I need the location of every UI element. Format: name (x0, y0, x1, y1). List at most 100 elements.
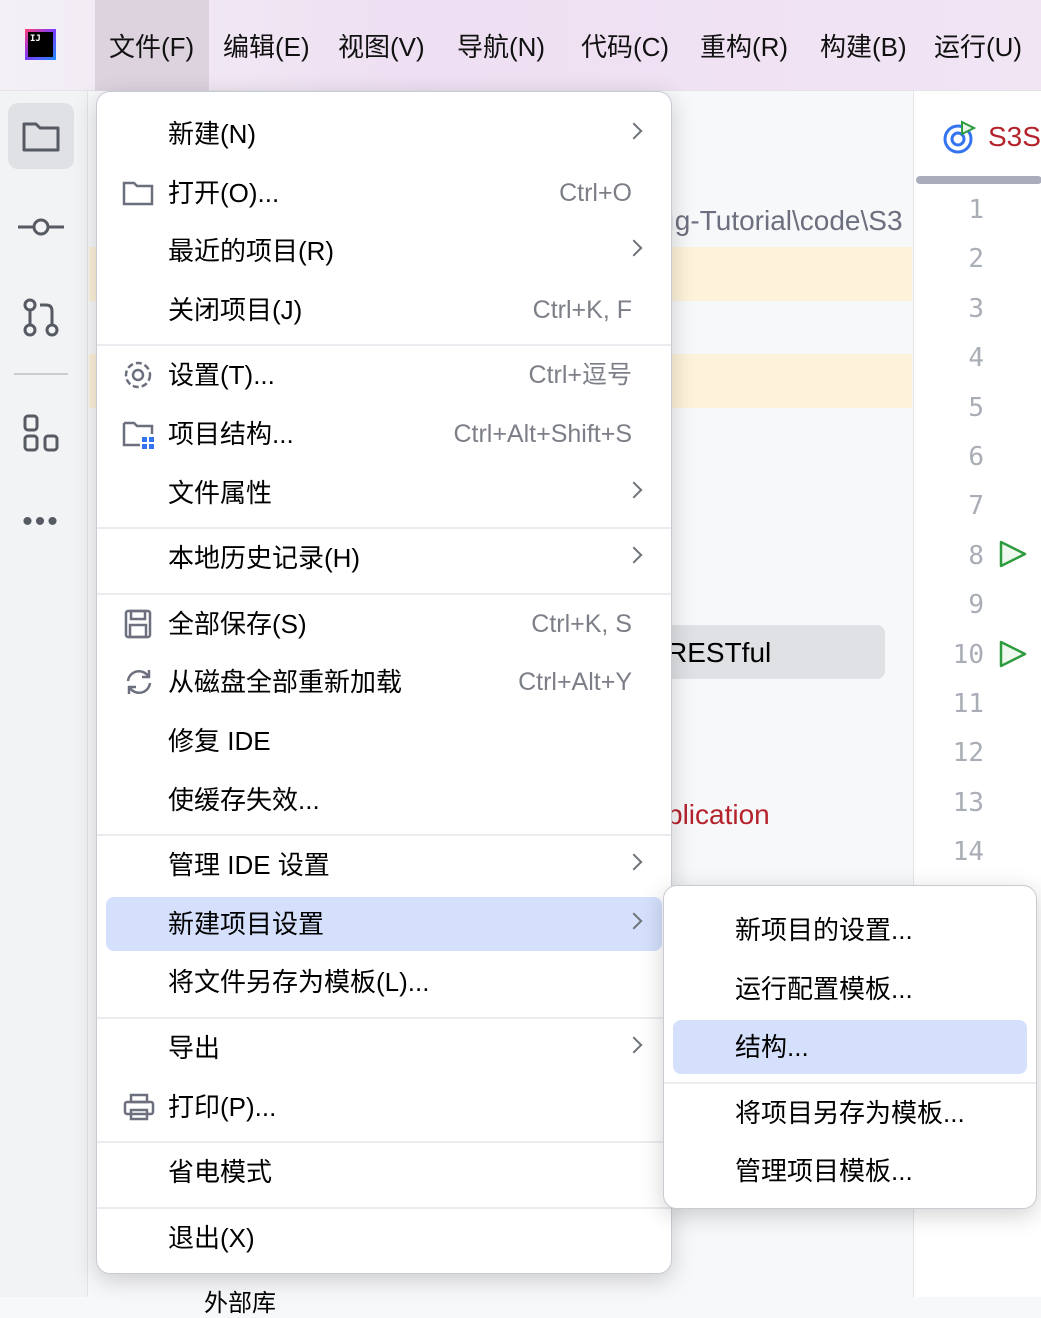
menu-item[interactable]: 文件属性 (106, 466, 662, 520)
menu-item[interactable]: 关闭项目(J) Ctrl+K, F (106, 283, 662, 337)
line-number: 2 (968, 244, 984, 275)
menu-3[interactable]: 导航(N) (443, 0, 559, 91)
menu-item-label: 管理 IDE 设置 (168, 850, 330, 881)
menu-item-label: 将项目另存为模板... (735, 1097, 965, 1128)
menu-separator (97, 834, 671, 837)
menu-separator (664, 1081, 1036, 1084)
main-menu-bar: IJ 文件(F) 编辑(E) 视图(V) 导航(N) 代码(C) 重构(R) 构建(B) 运行… (0, 0, 1041, 91)
more-tools-button[interactable]: ••• (8, 489, 74, 555)
save-icon (122, 609, 154, 639)
menu-item-shortcut: Ctrl+O (559, 178, 632, 207)
menu-item[interactable]: 退出(X) (106, 1211, 662, 1265)
menu-item[interactable]: 将文件另存为模板(L)... (106, 955, 662, 1009)
spring-boot-class-icon (943, 120, 977, 154)
menu-7[interactable]: 运行(U) (920, 0, 1036, 91)
chevron-right-icon (625, 912, 643, 930)
menu-item-label: 最近的项目(R) (168, 236, 335, 267)
tree-item-application[interactable]: plication (667, 799, 770, 831)
menu-item[interactable]: 打印(P)... (106, 1080, 662, 1134)
print-icon (122, 1092, 155, 1122)
tree-item-external-libs[interactable]: 外部库 (204, 1283, 276, 1318)
menu-item-shortcut: Ctrl+Alt+Y (518, 668, 632, 697)
menu-item-label: 管理项目模板... (735, 1156, 913, 1186)
project-structure-icon (122, 419, 154, 449)
menu-separator (97, 1206, 671, 1209)
menu-item[interactable]: 最近的项目(R) (106, 224, 662, 278)
menu-item-label: 全部保存(S) (168, 608, 307, 639)
menu-item-shortcut: Ctrl+Alt+Shift+S (453, 420, 632, 448)
menu-item-label: 打开(O)... (168, 177, 280, 208)
line-number: 7 (968, 491, 984, 522)
menu-4[interactable]: 代码(C) (567, 0, 683, 91)
project-path: ıg-Tutorial\code\S3 (667, 205, 903, 236)
chevron-right-icon (625, 239, 643, 257)
project-tool-button[interactable] (8, 103, 74, 169)
menu-item-label: 退出(X) (168, 1222, 255, 1253)
menu-item[interactable]: 新项目的设置... (673, 903, 1027, 957)
run-icon[interactable] (998, 539, 1028, 569)
intellij-logo-icon[interactable]: IJ (25, 29, 56, 60)
menu-item-shortcut: Ctrl+逗号 (528, 361, 632, 390)
menu-5[interactable]: 重构(R) (686, 0, 802, 91)
menu-item[interactable]: 设置(T)... Ctrl+逗号 (106, 348, 662, 402)
menu-item-label: 新项目的设置... (735, 915, 913, 945)
menu-item[interactable]: 从磁盘全部重新加载 Ctrl+Alt+Y (106, 655, 662, 709)
menu-separator (97, 1017, 671, 1019)
line-number: 9 (968, 590, 984, 621)
menu-2[interactable]: 视图(V) (324, 0, 439, 91)
menu-item-shortcut: Ctrl+K, F (532, 295, 632, 324)
menu-item[interactable]: 修复 IDE (106, 714, 662, 768)
chevron-right-icon (625, 122, 643, 140)
menu-separator (97, 527, 671, 530)
menu-item-label: 文件属性 (168, 477, 273, 508)
line-number: 5 (968, 392, 984, 423)
menu-item-label: 关闭项目(J) (168, 294, 303, 325)
run-icon[interactable] (998, 639, 1028, 669)
new-project-settings-submenu: 新项目的设置... 运行配置模板... 结构... 将项目另存为模板... 管理项目模板… (663, 885, 1037, 1209)
menu-item[interactable]: 本地历史记录(H) (106, 531, 662, 585)
menu-separator (97, 344, 671, 347)
menu-separator (97, 1141, 671, 1144)
line-number: 13 (952, 787, 984, 818)
menu-0[interactable]: 文件(F) (95, 0, 208, 91)
line-number: 6 (968, 442, 984, 472)
menu-item[interactable]: 打开(O)... Ctrl+O (106, 166, 662, 220)
tree-item-restful[interactable]: RESTful (667, 637, 771, 669)
menu-item-label: 修复 IDE (168, 726, 271, 756)
line-number: 11 (952, 689, 984, 719)
menu-item-label: 运行配置模板... (735, 973, 913, 1004)
pull-requests-tool-button[interactable] (8, 284, 74, 350)
menu-1[interactable]: 编辑(E) (209, 0, 324, 91)
menu-item[interactable]: 管理项目模板... (673, 1144, 1027, 1198)
menu-item-label: 使缓存失效... (168, 784, 320, 815)
menu-item-label: 省电模式 (168, 1157, 273, 1188)
structure-tool-button[interactable] (8, 400, 74, 466)
menu-item[interactable]: 全部保存(S) Ctrl+K, S (106, 597, 662, 651)
menu-item[interactable]: 导出 (106, 1021, 662, 1075)
gear-icon (122, 360, 154, 390)
line-number: 10 (952, 639, 984, 670)
line-number: 4 (968, 343, 984, 374)
editor-tab[interactable]: S3Si (914, 91, 1041, 184)
menu-item-label: 从磁盘全部重新加载 (168, 667, 403, 698)
menu-item-label: 本地历史记录(H) (168, 543, 361, 574)
menu-item[interactable]: 管理 IDE 设置 (106, 838, 662, 892)
menu-item[interactable]: 新建(N) (106, 107, 662, 161)
menu-item[interactable]: 新建项目设置 (106, 896, 662, 951)
menu-item[interactable]: 将项目另存为模板... (673, 1086, 1027, 1140)
tool-window-sidebar: ••• (0, 91, 88, 1297)
menu-item[interactable]: 省电模式 (106, 1145, 662, 1199)
menu-item-label: 设置(T)... (168, 360, 275, 391)
menu-item-shortcut: Ctrl+K, S (531, 609, 632, 638)
menu-item-label: 新建项目设置 (168, 908, 325, 939)
menu-item-label: 项目结构... (168, 419, 294, 449)
menu-item[interactable]: 项目结构... Ctrl+Alt+Shift+S (106, 407, 662, 461)
menu-item[interactable]: 结构... (673, 1020, 1027, 1074)
menu-6[interactable]: 构建(B) (806, 0, 921, 91)
line-number: 12 (952, 738, 984, 769)
menu-item[interactable]: 运行配置模板... (673, 962, 1027, 1016)
menu-item[interactable]: 使缓存失效... (106, 773, 662, 827)
commit-tool-button[interactable] (8, 194, 74, 260)
editor-tab-title: S3Si (988, 121, 1041, 152)
menu-separator (97, 592, 671, 595)
